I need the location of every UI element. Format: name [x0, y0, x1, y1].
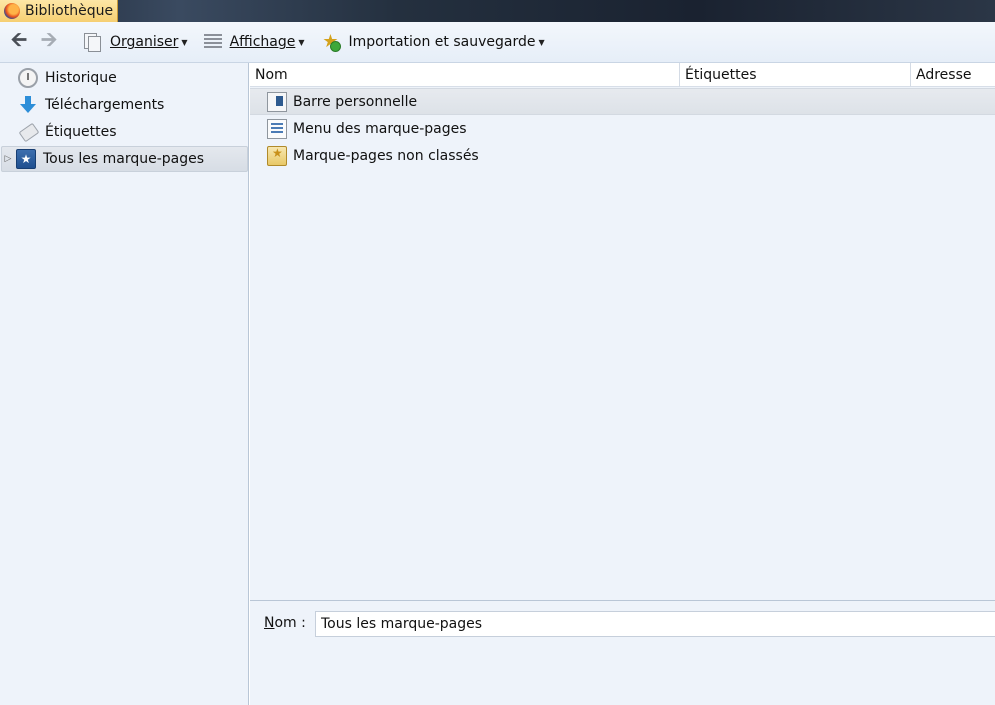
- bookmarks-list: Nom Étiquettes Adresse Barre personnelle…: [250, 63, 995, 600]
- back-arrow-icon: 🡨: [10, 27, 28, 51]
- sidebar-item-label: Téléchargements: [45, 97, 165, 113]
- bookmarks-star-icon: ★: [16, 149, 36, 169]
- history-clock-icon: [18, 68, 38, 88]
- download-arrow-icon: [18, 95, 38, 115]
- back-button[interactable]: 🡨: [4, 27, 34, 57]
- library-toolbar: 🡨 🡪 Organiser ▼ Affichage ▼ ★ Importatio…: [0, 22, 995, 63]
- details-pane: Nom :: [250, 600, 995, 705]
- window-title-tab: Bibliothèque: [0, 0, 118, 22]
- expand-triangle-icon[interactable]: ▷: [2, 154, 14, 164]
- window-title: Bibliothèque: [25, 3, 114, 19]
- firefox-logo-icon: [4, 3, 20, 19]
- chevron-down-icon: ▼: [538, 37, 545, 47]
- import-backup-label: Importation et sauvegarde: [348, 34, 536, 50]
- bookmarks-toolbar-icon: [267, 91, 287, 112]
- bookmarks-menu-icon: [267, 118, 287, 139]
- chevron-down-icon: ▼: [298, 37, 305, 47]
- organise-menu-button[interactable]: Organiser ▼: [78, 27, 192, 57]
- list-item-bookmarks-toolbar[interactable]: Barre personnelle: [250, 88, 995, 115]
- library-sidebar: Historique Téléchargements Étiquettes ▷ …: [0, 63, 249, 705]
- view-label: Affichage: [229, 34, 296, 50]
- sidebar-item-label: Tous les marque-pages: [43, 151, 205, 167]
- organise-label: Organiser: [110, 34, 179, 50]
- name-field-label: Nom :: [264, 615, 306, 631]
- list-item-label: Menu des marque-pages: [293, 120, 467, 137]
- list-item-unsorted-bookmarks[interactable]: Marque-pages non classés: [250, 142, 995, 169]
- forward-arrow-icon: 🡪: [40, 27, 58, 51]
- list-item-label: Marque-pages non classés: [293, 147, 479, 164]
- import-backup-icon: ★: [322, 31, 341, 52]
- forward-button[interactable]: 🡪: [34, 27, 64, 57]
- column-header-row: Nom Étiquettes Adresse: [250, 63, 995, 87]
- name-field[interactable]: [315, 611, 995, 637]
- tag-icon: [14, 118, 42, 146]
- list-item-label: Barre personnelle: [293, 93, 418, 110]
- organise-icon: [82, 32, 102, 52]
- sidebar-item-all-bookmarks[interactable]: ▷ ★ Tous les marque-pages: [1, 146, 248, 172]
- list-item-bookmarks-menu[interactable]: Menu des marque-pages: [250, 115, 995, 142]
- column-header-tags[interactable]: Étiquettes: [680, 63, 911, 87]
- column-header-name[interactable]: Nom: [250, 63, 680, 87]
- unsorted-bookmarks-icon: [267, 145, 287, 166]
- column-header-address[interactable]: Adresse: [911, 63, 995, 87]
- chevron-down-icon: ▼: [181, 37, 188, 47]
- sidebar-item-tags[interactable]: Étiquettes: [4, 119, 248, 145]
- import-backup-menu-button[interactable]: ★ Importation et sauvegarde ▼: [317, 27, 549, 57]
- sidebar-item-label: Historique: [45, 70, 117, 86]
- view-menu-button[interactable]: Affichage ▼: [200, 27, 309, 57]
- window-titlebar: Bibliothèque: [0, 0, 995, 22]
- view-list-icon: [203, 34, 222, 50]
- sidebar-item-history[interactable]: Historique: [4, 65, 248, 91]
- sidebar-item-downloads[interactable]: Téléchargements: [4, 92, 248, 118]
- sidebar-item-label: Étiquettes: [45, 124, 117, 140]
